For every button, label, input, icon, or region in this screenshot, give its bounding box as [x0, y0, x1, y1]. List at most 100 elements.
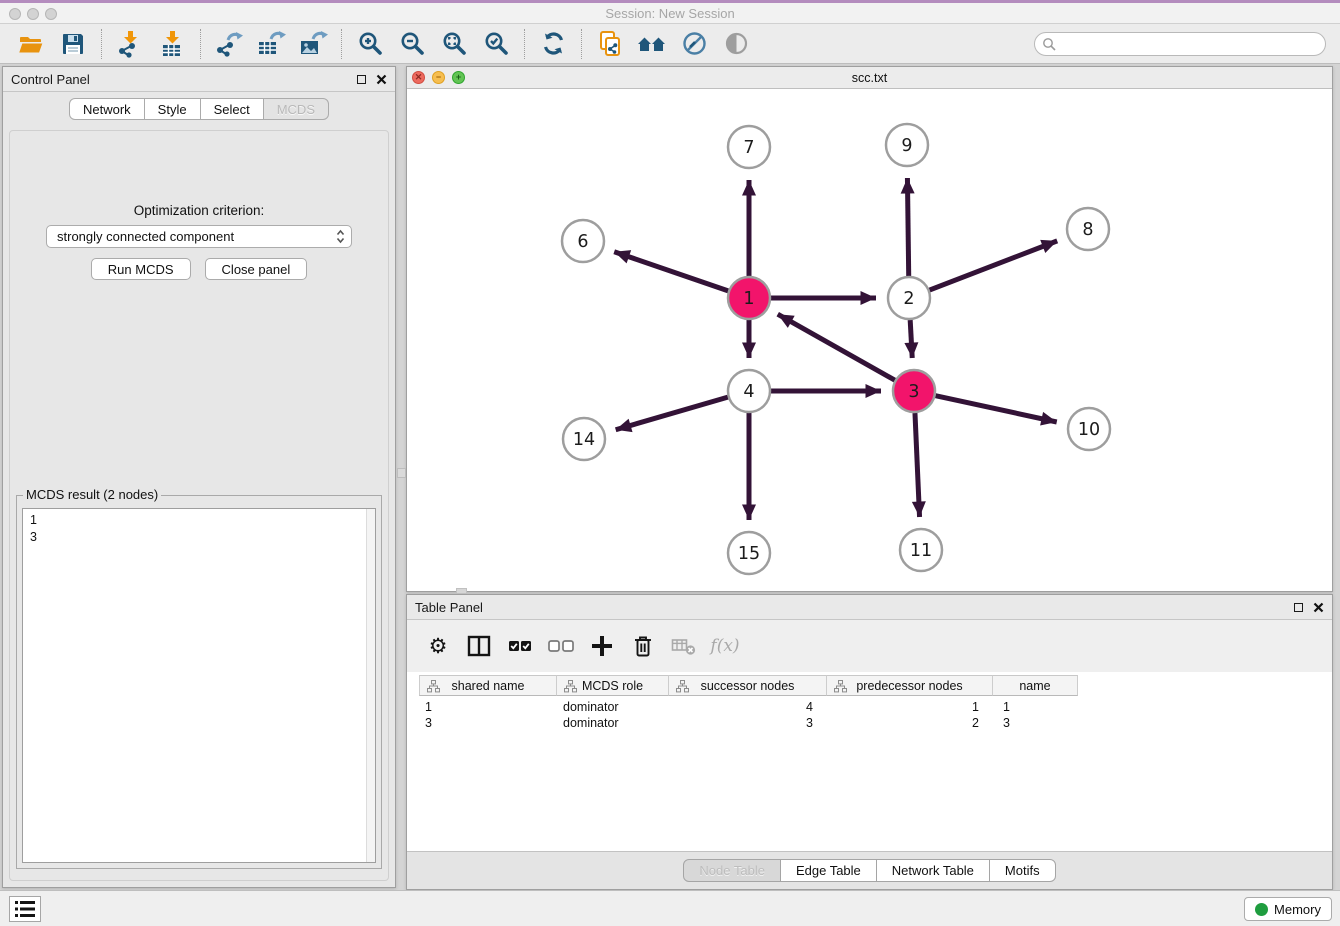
- first-neighbors-button[interactable]: [631, 26, 673, 62]
- import-table-button[interactable]: [151, 26, 193, 62]
- app-titlebar: Session: New Session: [0, 0, 1340, 24]
- task-history-button[interactable]: [9, 896, 41, 922]
- mcds-result-textarea[interactable]: 1 3: [22, 508, 376, 863]
- table-panel-title: Table Panel: [415, 600, 483, 615]
- import-network-button[interactable]: [109, 26, 151, 62]
- table-panel-header: Table Panel: [407, 595, 1332, 620]
- column-header-predecessor-nodes[interactable]: predecessor nodes: [827, 675, 993, 696]
- criterion-select[interactable]: strongly connected component: [46, 225, 352, 248]
- zoom-in-button[interactable]: [349, 26, 391, 62]
- hierarchy-icon: [564, 680, 577, 693]
- show-columns-button[interactable]: [466, 633, 492, 659]
- search-input[interactable]: [1034, 32, 1326, 56]
- float-panel-icon[interactable]: [357, 75, 366, 84]
- column-header-shared-name[interactable]: shared name: [419, 675, 557, 696]
- hierarchy-icon: [834, 680, 847, 693]
- result-scrollbar[interactable]: [366, 509, 375, 862]
- two-houses-icon: [637, 31, 667, 57]
- cell-successor-nodes: 4: [669, 699, 827, 715]
- cell-predecessor-nodes: 2: [827, 715, 993, 731]
- refresh-view-button[interactable]: [532, 26, 574, 62]
- zoom-out-button[interactable]: [391, 26, 433, 62]
- close-panel-button[interactable]: Close panel: [205, 258, 308, 280]
- checked-boxes-icon: [508, 634, 532, 658]
- graph-node-label-9: 9: [901, 136, 912, 156]
- import-table-icon: [158, 30, 186, 58]
- cell-shared-name: 3: [419, 715, 557, 731]
- fx-icon: f(x): [710, 636, 739, 656]
- open-session-button[interactable]: [10, 26, 52, 62]
- clear-style-button[interactable]: [673, 26, 715, 62]
- open-folder-icon: [17, 30, 45, 58]
- delete-table-button[interactable]: [671, 633, 697, 659]
- graph-edge-2-8[interactable]: [930, 241, 1058, 290]
- memory-button[interactable]: Memory: [1244, 897, 1332, 921]
- tab-node-table[interactable]: Node Table: [683, 859, 781, 882]
- graph-node-label-1: 1: [743, 289, 754, 309]
- zoom-fit-button[interactable]: [433, 26, 475, 62]
- export-network-button[interactable]: [208, 26, 250, 62]
- save-session-button[interactable]: [52, 26, 94, 62]
- close-panel-icon[interactable]: [1313, 602, 1324, 613]
- graph-edge-2-3[interactable]: [910, 320, 912, 358]
- graph-edge-4-14[interactable]: [616, 397, 728, 430]
- import-network-icon: [116, 30, 144, 58]
- tab-network[interactable]: Network: [69, 98, 145, 120]
- zoom-out-icon: [399, 30, 426, 57]
- table-row[interactable]: 1 dominator 4 1 1: [419, 699, 1078, 715]
- function-builder-button[interactable]: f(x): [712, 633, 738, 659]
- select-stepper-icon: [336, 229, 345, 244]
- tab-mcds[interactable]: MCDS: [263, 98, 329, 120]
- graph-edge-3-11[interactable]: [915, 413, 920, 517]
- column-header-successor-nodes[interactable]: successor nodes: [669, 675, 827, 696]
- graph-edge-2-9[interactable]: [907, 178, 908, 276]
- export-image-button[interactable]: [292, 26, 334, 62]
- column-label: name: [1019, 679, 1050, 693]
- deselect-all-button[interactable]: [548, 633, 574, 659]
- graph-node-label-10: 10: [1078, 420, 1100, 440]
- graph-node-label-14: 14: [573, 430, 595, 450]
- network-canvas[interactable]: 1234678910111415: [407, 89, 1332, 591]
- hierarchy-icon: [427, 680, 440, 693]
- column-header-name[interactable]: name: [993, 675, 1078, 696]
- graph-edge-3-10[interactable]: [935, 396, 1056, 422]
- graph-edge-3-1[interactable]: [778, 314, 895, 380]
- search-icon: [1042, 37, 1056, 56]
- close-panel-icon[interactable]: [376, 74, 387, 85]
- tab-edge-table[interactable]: Edge Table: [780, 859, 877, 882]
- clone-network-button[interactable]: [589, 26, 631, 62]
- zoom-in-icon: [357, 30, 384, 57]
- tab-motifs[interactable]: Motifs: [989, 859, 1056, 882]
- tab-network-table[interactable]: Network Table: [876, 859, 990, 882]
- graph-node-label-2: 2: [903, 289, 914, 309]
- mcds-result-line: 1: [23, 509, 375, 529]
- table-settings-button[interactable]: ⚙: [425, 633, 451, 659]
- cell-predecessor-nodes: 1: [827, 699, 993, 715]
- network-window-titlebar: ✕ − + scc.txt: [407, 67, 1332, 89]
- column-label: successor nodes: [701, 679, 795, 693]
- export-table-button[interactable]: [250, 26, 292, 62]
- horizontal-split-handle[interactable]: [456, 588, 467, 594]
- tab-select[interactable]: Select: [200, 98, 264, 120]
- graph-edge-1-6[interactable]: [614, 252, 728, 291]
- control-panel-tabs: Network Style Select MCDS: [3, 98, 395, 120]
- run-mcds-button[interactable]: Run MCDS: [91, 258, 191, 280]
- trash-icon: [631, 634, 655, 658]
- delete-table-icon: [671, 635, 697, 657]
- float-panel-icon[interactable]: [1294, 603, 1303, 612]
- desktop-edge-strip: [0, 0, 1340, 3]
- hierarchy-icon: [676, 680, 689, 693]
- select-all-button[interactable]: [507, 633, 533, 659]
- table-row[interactable]: 3 dominator 3 2 3: [419, 715, 1078, 731]
- tab-style[interactable]: Style: [144, 98, 201, 120]
- zoom-selected-button[interactable]: [475, 26, 517, 62]
- export-image-icon: [298, 30, 328, 58]
- vertical-split-handle[interactable]: [397, 468, 406, 478]
- show-graphics-details-button[interactable]: [715, 26, 757, 62]
- column-header-mcds-role[interactable]: MCDS role: [557, 675, 669, 696]
- table-toolbar: ⚙: [407, 620, 1332, 672]
- add-row-button[interactable]: [589, 633, 615, 659]
- columns-icon: [467, 635, 491, 657]
- delete-row-button[interactable]: [630, 633, 656, 659]
- cell-name: 1: [993, 699, 1078, 715]
